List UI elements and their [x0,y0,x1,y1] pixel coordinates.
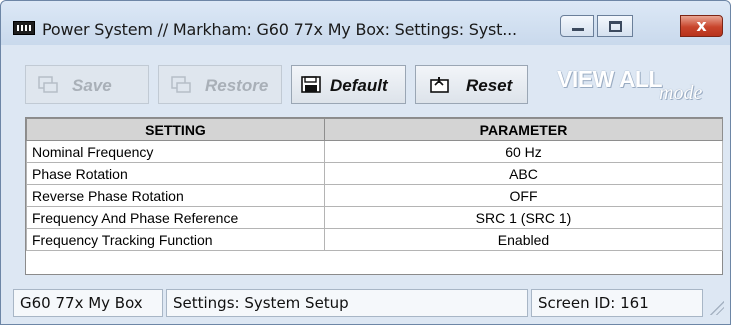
default-button[interactable]: Default [291,65,406,104]
table-header-row: SETTING PARAMETER [26,118,723,141]
status-screen-id: Screen ID: 161 [531,289,703,317]
parameter-cell[interactable]: OFF [324,184,723,207]
maximize-button[interactable] [597,15,633,37]
minimize-button[interactable] [560,15,594,37]
view-all-mode-indicator: VIEW ALL mode [545,65,715,105]
default-label: Default [330,76,388,95]
save-disk-icon [38,76,58,93]
reset-button[interactable]: Reset [415,65,528,104]
table-row[interactable]: Frequency And Phase Reference SRC 1 (SRC… [26,206,723,229]
table-row[interactable]: Nominal Frequency 60 Hz [26,140,723,163]
restore-icon [171,76,191,93]
parameter-cell[interactable]: Enabled [324,228,723,251]
mode-label: mode [659,82,703,104]
reset-label: Reset [466,76,513,95]
parameter-cell[interactable]: ABC [324,162,723,185]
setting-column-header[interactable]: SETTING [26,118,325,141]
save-label: Save [72,76,112,95]
toolbar: Save Restore Default Reset VIEW ALL mode [13,65,720,105]
title-bar[interactable]: Power System // Markham: G60 77x My Box:… [1,1,730,45]
settings-window: Power System // Markham: G60 77x My Box:… [0,0,731,325]
settings-table-container: SETTING PARAMETER Nominal Frequency 60 H… [25,117,723,275]
table-row[interactable]: Reverse Phase Rotation OFF [26,184,723,207]
status-bar: G60 77x My Box Settings: System Setup Sc… [13,289,724,317]
default-disk-icon [301,76,321,93]
parameter-column-header[interactable]: PARAMETER [324,118,723,141]
parameter-cell[interactable]: SRC 1 (SRC 1) [324,206,723,229]
table-row[interactable]: Phase Rotation ABC [26,162,723,185]
resize-grip-icon[interactable] [710,301,724,315]
restore-label: Restore [205,76,269,95]
close-button[interactable]: x [680,15,723,37]
view-all-label: VIEW ALL [557,66,663,92]
close-icon: x [696,16,707,35]
reset-icon [430,77,449,93]
device-terminal-icon [13,21,35,35]
save-button[interactable]: Save [25,65,149,104]
parameter-cell[interactable]: 60 Hz [324,140,723,163]
setting-cell: Phase Rotation [26,162,325,185]
settings-table: SETTING PARAMETER Nominal Frequency 60 H… [26,118,723,251]
restore-button[interactable]: Restore [158,65,282,104]
setting-cell: Nominal Frequency [26,140,325,163]
minimize-icon [572,28,584,31]
table-row[interactable]: Frequency Tracking Function Enabled [26,228,723,251]
setting-cell: Reverse Phase Rotation [26,184,325,207]
setting-cell: Frequency Tracking Function [26,228,325,251]
window-title: Power System // Markham: G60 77x My Box:… [42,20,517,39]
maximize-icon [609,21,622,32]
setting-cell: Frequency And Phase Reference [26,206,325,229]
status-section: Settings: System Setup [166,289,528,317]
status-device: G60 77x My Box [13,289,163,317]
